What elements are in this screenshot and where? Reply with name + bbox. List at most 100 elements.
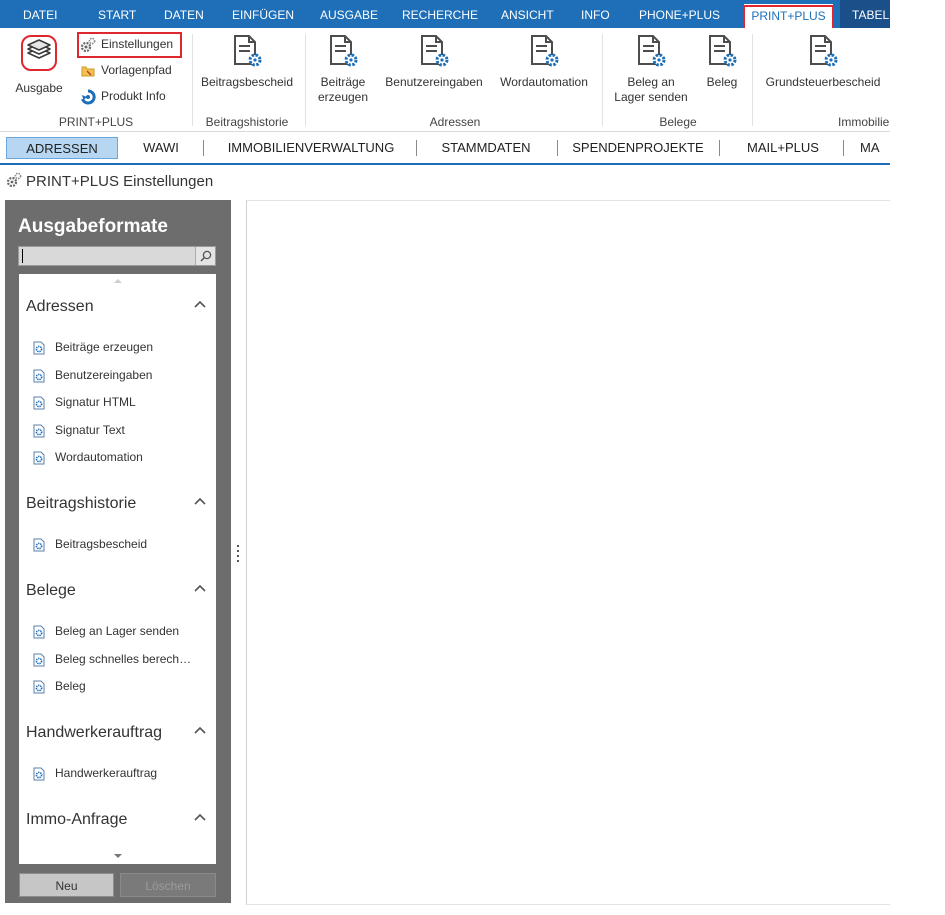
menu-tab-info[interactable]: INFO: [581, 0, 610, 28]
grundsteuerbescheid-button[interactable]: Grundsteuerbescheid: [760, 34, 886, 90]
benutzereingaben-button[interactable]: Benutzereingaben: [380, 34, 488, 90]
format-list[interactable]: Adressen Beiträge erzeugen Benutzereinga…: [19, 274, 216, 864]
loeschen-button[interactable]: Löschen: [120, 873, 216, 897]
panel-title: Ausgabeformate: [18, 216, 168, 237]
menu-tab-ausgabe[interactable]: AUSGABE: [320, 0, 378, 28]
vorlagenpfad-button[interactable]: Vorlagenpfad: [80, 60, 172, 80]
small-document-gear-icon: [33, 341, 45, 355]
menu-tab-ansicht[interactable]: ANSICHT: [501, 0, 554, 28]
ribbon-separator: [602, 34, 603, 126]
ausgabe-label: Ausgabe: [15, 81, 63, 95]
beitraege-label-line2: erzeugen: [317, 90, 369, 104]
beleg-lager-label-line2: Lager senden: [614, 90, 688, 104]
module-tab-separator: [557, 140, 558, 156]
module-tab-adressen[interactable]: ADRESSEN: [6, 137, 118, 159]
ribbon-menu-bar: DATEI START DATEN EINFÜGEN AUSGABE RECHE…: [0, 0, 890, 28]
module-tab-separator: [843, 140, 844, 156]
small-document-gear-icon: [33, 451, 45, 465]
chevron-up-icon: [194, 497, 206, 505]
section-header-beitragshistorie[interactable]: Beitragshistorie: [26, 495, 206, 513]
group-label-printplus: PRINT+PLUS: [58, 115, 134, 129]
wordautomation-button[interactable]: Wordautomation: [494, 34, 594, 90]
menu-tab-tabelle[interactable]: TABELL: [840, 0, 890, 28]
list-item-label: Signatur Text: [55, 423, 125, 437]
list-item[interactable]: Beiträge erzeugen: [33, 338, 153, 356]
menu-tab-recherche[interactable]: RECHERCHE: [402, 0, 478, 28]
small-document-gear-icon: [33, 767, 45, 781]
small-document-gear-icon: [33, 625, 45, 639]
gears-icon: [80, 37, 96, 52]
document-gear-icon: [709, 35, 737, 67]
beleg-an-lager-senden-button[interactable]: Beleg an Lager senden: [610, 34, 692, 105]
list-item[interactable]: Signatur Text: [33, 421, 125, 439]
search-input[interactable]: [18, 246, 216, 266]
produkt-info-button[interactable]: Produkt Info: [80, 86, 166, 106]
wordautomation-label: Wordautomation: [500, 75, 588, 89]
list-item[interactable]: Beleg: [33, 677, 86, 695]
small-document-gear-icon: [33, 369, 45, 383]
beleg-button[interactable]: Beleg: [700, 34, 744, 90]
menu-tab-daten[interactable]: DATEN: [164, 0, 204, 28]
section-title: Adressen: [26, 298, 94, 315]
list-item[interactable]: Beleg an Lager senden: [33, 622, 179, 640]
text-cursor: [22, 249, 23, 263]
module-tab-immobilienverwaltung[interactable]: IMMOBILIENVERWALTUNG: [210, 137, 412, 159]
section-header-adressen[interactable]: Adressen: [26, 298, 206, 316]
menu-tab-start[interactable]: START: [98, 0, 136, 28]
benutzereingaben-label: Benutzereingaben: [385, 75, 483, 89]
einstellungen-button[interactable]: Einstellungen: [80, 34, 173, 54]
page-title-text: PRINT+PLUS Einstellungen: [26, 173, 214, 190]
menu-tab-einfuegen[interactable]: EINFÜGEN: [232, 0, 294, 28]
document-gear-icon: [421, 35, 449, 67]
list-item[interactable]: Benutzereingaben: [33, 366, 152, 384]
beitraege-label-line1: Beiträge: [320, 75, 366, 89]
folder-icon: [81, 66, 95, 77]
chevron-up-icon: [194, 726, 206, 734]
module-tab-stammdaten[interactable]: STAMMDATEN: [420, 137, 552, 159]
small-document-gear-icon: [33, 424, 45, 438]
module-tab-mailplus[interactable]: MAIL+PLUS: [724, 137, 842, 159]
scroll-down-arrow[interactable]: [114, 854, 122, 858]
grundsteuerbescheid-label: Grundsteuerbescheid: [765, 75, 881, 89]
panel-splitter[interactable]: [237, 545, 240, 565]
neu-button[interactable]: Neu: [19, 873, 114, 897]
list-item[interactable]: Beitragsbescheid: [33, 535, 147, 553]
list-item[interactable]: Signatur HTML: [33, 393, 136, 411]
group-label-adressen: Adressen: [429, 115, 481, 129]
einstellungen-label: Einstellungen: [101, 37, 174, 51]
beitraege-erzeugen-button[interactable]: Beiträge erzeugen: [312, 34, 374, 105]
list-item[interactable]: Handwerkerauftrag: [33, 764, 157, 782]
menu-tab-printplus[interactable]: PRINT+PLUS: [744, 4, 833, 28]
small-document-gear-icon: [33, 396, 45, 410]
module-tab-separator: [719, 140, 720, 156]
list-item[interactable]: Beleg schnelles berech…: [33, 650, 191, 668]
module-tab-ma[interactable]: MA: [860, 137, 890, 159]
stacked-layers-icon: [21, 35, 57, 71]
module-tab-spendenprojekte[interactable]: SPENDENPROJEKTE: [562, 137, 714, 159]
document-gear-icon: [810, 35, 838, 67]
small-document-gear-icon: [33, 680, 45, 694]
vorlagenpfad-label: Vorlagenpfad: [101, 63, 172, 77]
gears-icon: [6, 172, 22, 188]
ribbon-toolbar: Ausgabe Einstellungen Vorlagenpfad Produ…: [0, 28, 890, 132]
beitragsbescheid-button[interactable]: Beitragsbescheid: [198, 34, 296, 90]
ausgabe-button[interactable]: Ausgabe: [10, 34, 68, 96]
list-item-label: Beiträge erzeugen: [55, 340, 154, 354]
small-document-gear-icon: [33, 538, 45, 552]
menu-tab-datei[interactable]: DATEI: [23, 0, 57, 28]
list-item-label: Benutzereingaben: [55, 368, 153, 382]
section-header-immo-anfrage[interactable]: Immo-Anfrage: [26, 811, 206, 829]
menu-tab-phoneplus[interactable]: PHONE+PLUS: [639, 0, 720, 28]
list-item[interactable]: Wordautomation: [33, 448, 143, 466]
section-header-handwerkerauftrag[interactable]: Handwerkerauftrag: [26, 724, 206, 742]
ausgabeformate-panel: Ausgabeformate Adressen Beiträge erzeuge…: [5, 200, 231, 903]
module-tab-wawi[interactable]: WAWI: [125, 137, 197, 159]
document-gear-icon: [330, 35, 358, 67]
section-header-belege[interactable]: Belege: [26, 582, 206, 600]
list-item-label: Handwerkerauftrag: [55, 766, 158, 780]
search-button[interactable]: [195, 247, 215, 265]
small-document-gear-icon: [33, 653, 45, 667]
group-label-immobilien: Immobilie: [838, 115, 890, 129]
group-label-beitragshistorie: Beitragshistorie: [205, 115, 289, 129]
scroll-up-arrow[interactable]: [114, 279, 122, 283]
